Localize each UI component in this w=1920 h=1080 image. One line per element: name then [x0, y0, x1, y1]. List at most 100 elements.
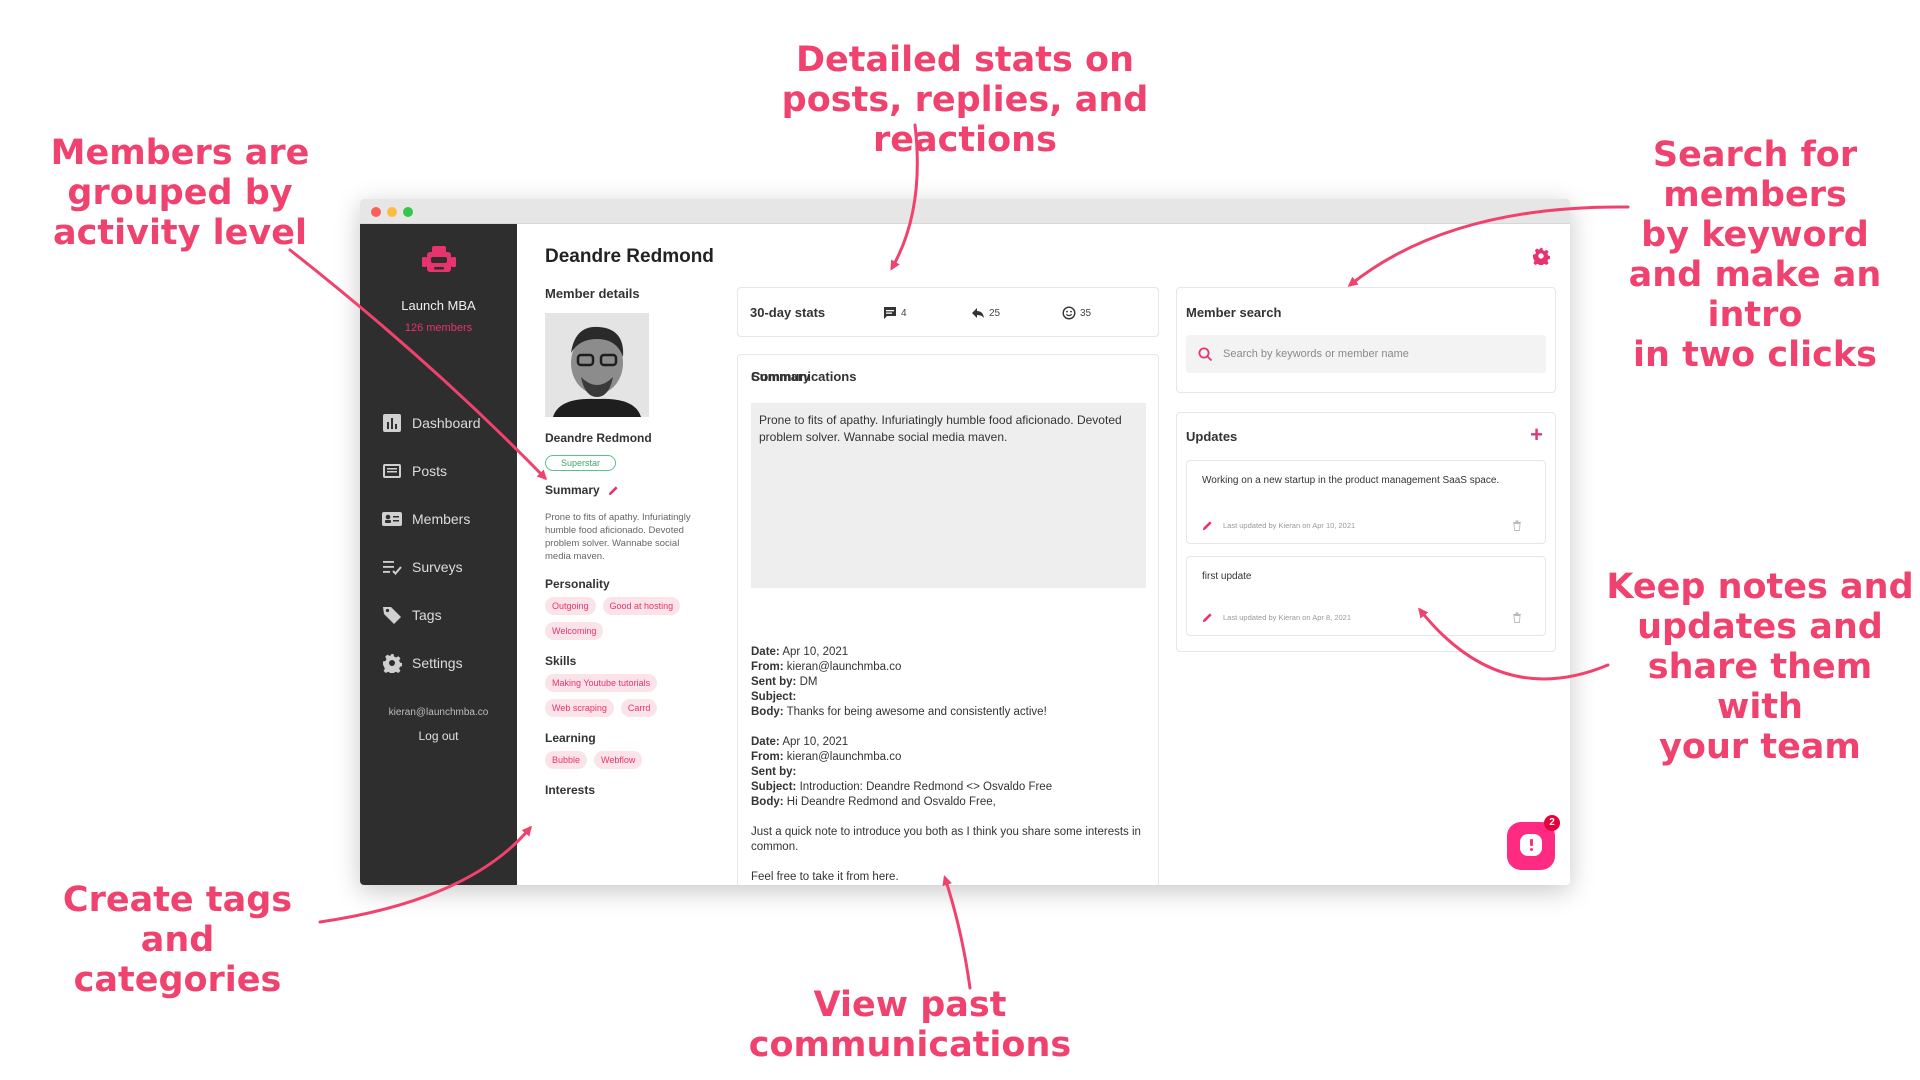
member-search-title: Member search [1186, 305, 1282, 320]
edit-pencil-icon[interactable] [1202, 612, 1213, 623]
update-meta: Last updated by Kieran on Apr 8, 2021 [1202, 612, 1351, 623]
member-details: Member details Deandre Redmond Superstar [545, 286, 715, 797]
search-icon [1198, 347, 1213, 361]
date-label: Date: [751, 646, 780, 658]
tag-chip[interactable]: Outgoing [545, 597, 596, 615]
reactions-stat: 35 [1062, 306, 1091, 320]
stats-card: 30-day stats 4 25 35 [737, 287, 1159, 337]
maximize-window-button[interactable] [403, 207, 413, 217]
summary-card: Summary Prone to fits of apathy. Infuria… [737, 354, 1159, 885]
sidebar-item-members[interactable]: Members [360, 495, 517, 543]
update-item: Working on a new startup in the product … [1186, 460, 1546, 544]
sidebar-item-label: Members [412, 511, 471, 527]
tag-chip[interactable]: Webflow [594, 751, 643, 769]
annotation-search: Search for members by keyword and make a… [1628, 135, 1882, 375]
from-label: From: [751, 751, 784, 763]
summary-heading: Summary [545, 483, 715, 497]
member-details-title: Member details [545, 286, 640, 301]
from-label: From: [751, 661, 784, 673]
update-text: Working on a new startup in the product … [1202, 475, 1500, 486]
tag-chip[interactable]: Bubble [545, 751, 588, 769]
skills-group: Skills Making Youtube tutorials Web scra… [545, 654, 715, 717]
interests-title: Interests [545, 783, 596, 797]
arrow-comms [942, 875, 972, 990]
personality-tags: Outgoing Good at hosting Welcoming [545, 597, 705, 640]
sidebar-item-settings[interactable]: Settings [360, 639, 517, 687]
tag-chip[interactable]: Carrd [620, 699, 658, 717]
annotation-stats: Detailed stats on posts, replies, and re… [781, 40, 1149, 160]
trash-icon[interactable] [1512, 612, 1522, 623]
comm-subject: Introduction: Deandre Redmond <> Osvaldo… [799, 781, 1053, 793]
survey-list-icon [383, 561, 402, 575]
app-window: Launch MBA 126 members Dashboard Posts M… [360, 199, 1570, 885]
tag-chip[interactable]: Welcoming [545, 622, 604, 640]
search-input[interactable] [1223, 348, 1523, 360]
body-label: Body: [751, 706, 784, 718]
window-titlebar [360, 199, 1570, 224]
update-meta-text: Last updated by Kieran on Apr 10, 2021 [1223, 521, 1356, 530]
edit-pencil-icon[interactable] [1202, 520, 1213, 531]
comm-date: Apr 10, 2021 [782, 736, 849, 748]
tag-icon [383, 607, 401, 624]
annotation-activity: Members are grouped by activity level [50, 133, 310, 253]
skills-title: Skills [545, 654, 577, 668]
tag-chip[interactable]: Making Youtube tutorials [545, 674, 658, 692]
communications-list: Date: Apr 10, 2021 From: kieran@launchmb… [751, 645, 1151, 885]
tag-chip[interactable]: Web scraping [545, 699, 614, 717]
learning-group: Learning Bubble Webflow [545, 731, 715, 769]
search-box [1186, 335, 1546, 373]
trash-icon[interactable] [1512, 520, 1522, 531]
id-card-icon [382, 512, 402, 526]
member-name: Deandre Redmond [545, 431, 652, 445]
edit-pencil-icon[interactable] [608, 485, 619, 496]
learning-tags: Bubble Webflow [545, 751, 705, 769]
replies-stat: 25 [971, 306, 1000, 320]
comm-from: kieran@launchmba.co [786, 661, 902, 673]
reactions-count: 35 [1080, 307, 1092, 319]
communications-title: Communications [751, 369, 857, 384]
body-label: Body: [751, 796, 784, 808]
communication-item: Date: Apr 10, 2021 From: kieran@launchmb… [751, 735, 1151, 885]
sidebar: Launch MBA 126 members Dashboard Posts M… [360, 224, 517, 885]
member-search-card: Member search [1176, 287, 1556, 393]
summary-textarea[interactable]: Prone to fits of apathy. Infuriatingly h… [751, 403, 1146, 588]
update-meta-text: Last updated by Kieran on Apr 8, 2021 [1223, 613, 1352, 622]
updates-title: Updates [1186, 429, 1238, 444]
comm-date: Apr 10, 2021 [782, 646, 849, 658]
close-window-button[interactable] [371, 207, 381, 217]
chat-icon [1520, 834, 1542, 856]
logout-link[interactable]: Log out [360, 729, 517, 743]
update-meta: Last updated by Kieran on Apr 10, 2021 [1202, 520, 1355, 531]
minimize-window-button[interactable] [387, 207, 397, 217]
updates-card: Updates + Working on a new startup in th… [1176, 412, 1556, 652]
gear-icon [383, 654, 402, 673]
add-update-button[interactable]: + [1530, 422, 1543, 448]
sidebar-item-surveys[interactable]: Surveys [360, 543, 517, 591]
interests-group: Interests [545, 783, 715, 797]
reply-icon [972, 308, 984, 318]
update-item: first update Last updated by Kieran on A… [1186, 556, 1546, 636]
comm-from: kieran@launchmba.co [786, 751, 902, 763]
comm-body: Hi Deandre Redmond and Osvaldo Free, [786, 796, 996, 808]
tag-chip[interactable]: Good at hosting [602, 597, 681, 615]
avatar [545, 313, 649, 417]
sidebar-item-dashboard[interactable]: Dashboard [360, 399, 517, 447]
org-member-count[interactable]: 126 members [360, 322, 517, 334]
chat-widget-button[interactable]: 2 [1507, 815, 1560, 870]
sidebar-item-tags[interactable]: Tags [360, 591, 517, 639]
sidebar-item-label: Posts [412, 463, 448, 479]
communication-item: Date: Apr 10, 2021 From: kieran@launchmb… [751, 645, 1151, 720]
sidebar-nav: Dashboard Posts Members Surveys Tags Set… [360, 399, 517, 687]
posts-stat: 4 [883, 306, 907, 320]
update-text: first update [1202, 571, 1252, 582]
main-content: Deandre Redmond Member details Deandre R… [517, 224, 1570, 885]
comm-body-paragraph: Just a quick note to introduce you both … [751, 826, 1141, 853]
replies-count: 25 [989, 307, 1001, 319]
skills-tags: Making Youtube tutorials Web scraping Ca… [545, 674, 705, 717]
sidebar-item-label: Tags [412, 607, 442, 623]
posts-count: 4 [901, 307, 907, 319]
page-title: Deandre Redmond [545, 246, 714, 267]
posts-icon [383, 464, 401, 478]
sidebar-item-posts[interactable]: Posts [360, 447, 517, 495]
gear-icon[interactable] [1532, 247, 1550, 265]
